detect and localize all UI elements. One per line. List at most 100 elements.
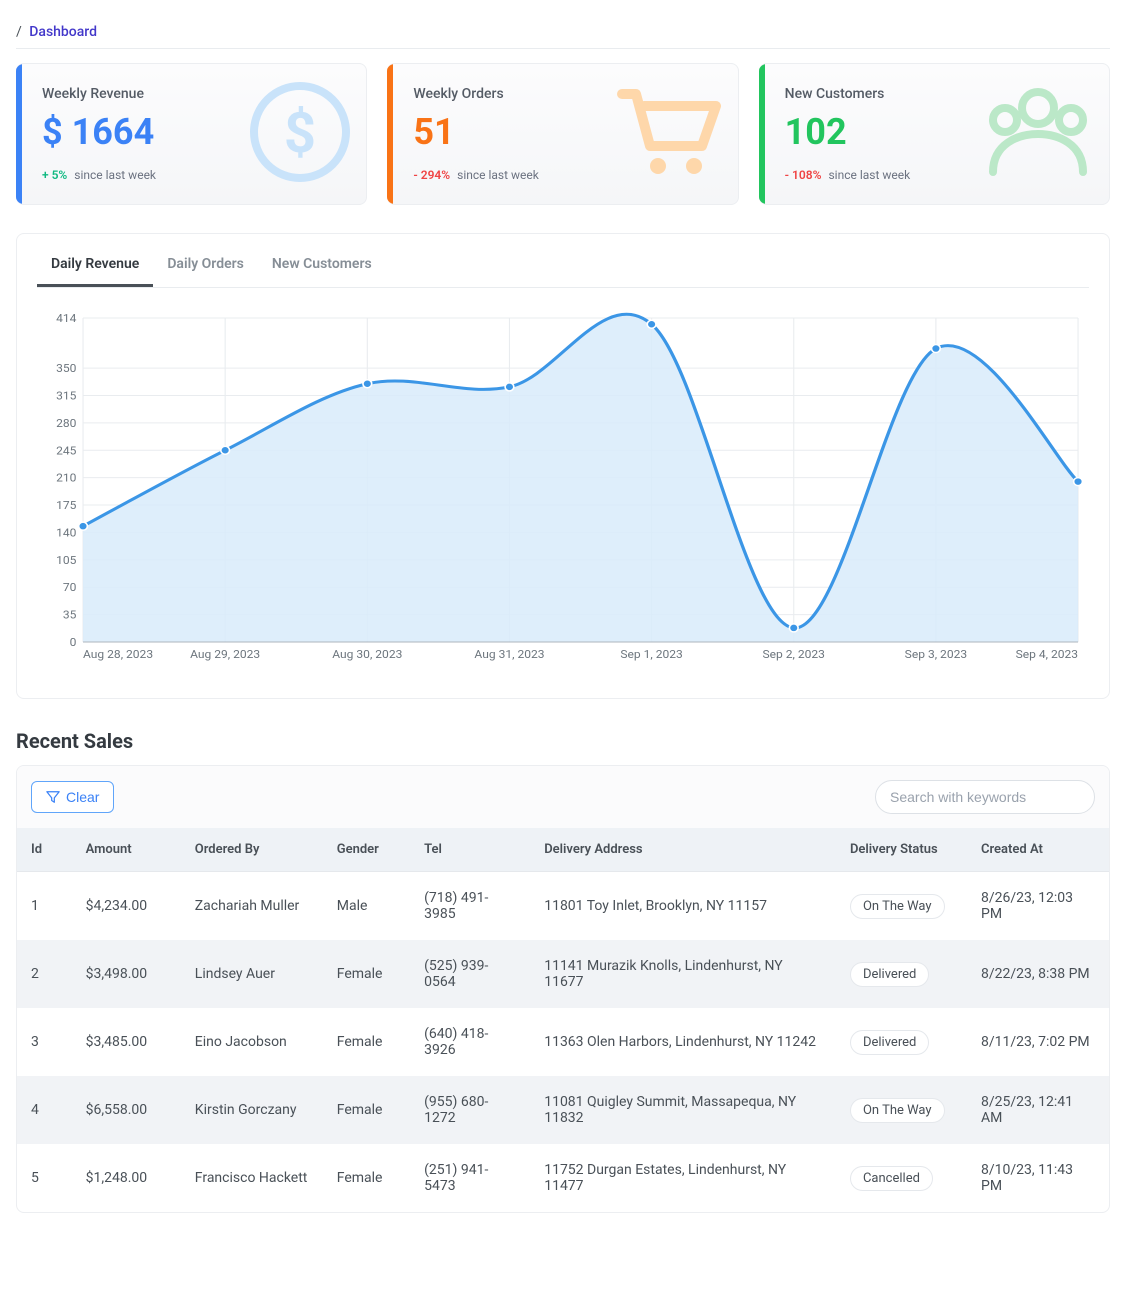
- svg-text:Aug 29, 2023: Aug 29, 2023: [190, 648, 260, 661]
- table-cell: Cancelled: [836, 1144, 967, 1212]
- table-row[interactable]: 1$4,234.00Zachariah MullerMale(718) 491-…: [17, 872, 1109, 941]
- svg-text:Aug 31, 2023: Aug 31, 2023: [474, 648, 544, 661]
- table-cell: Female: [323, 1144, 410, 1212]
- table-row[interactable]: 3$3,485.00Eino JacobsonFemale(640) 418-3…: [17, 1008, 1109, 1076]
- table-cell: 8/26/23, 12:03 PM: [967, 872, 1109, 941]
- table-header-cell[interactable]: Ordered By: [181, 828, 323, 872]
- table-cell: 2: [17, 940, 72, 1008]
- table-cell: 11801 Toy Inlet, Brooklyn, NY 11157: [530, 872, 836, 941]
- chart-area: 03570105140175210245280315350414Aug 28, …: [37, 308, 1089, 668]
- table-cell: Zachariah Muller: [181, 872, 323, 941]
- table-head: IdAmountOrdered ByGenderTelDelivery Addr…: [17, 828, 1109, 872]
- svg-text:Sep 1, 2023: Sep 1, 2023: [620, 648, 682, 661]
- breadcrumb-dashboard-link[interactable]: Dashboard: [29, 24, 97, 40]
- svg-text:175: 175: [56, 499, 77, 512]
- table-cell: (525) 939-0564: [410, 940, 530, 1008]
- table-cell: 1: [17, 872, 72, 941]
- filter-icon: [46, 790, 60, 804]
- breadcrumb-separator: /: [16, 24, 22, 40]
- stat-card-new-customers: New Customers 102 - 108% since last week: [759, 63, 1110, 205]
- table-cell: Female: [323, 1076, 410, 1144]
- table-cell: 11752 Durgan Estates, Lindenhurst, NY 11…: [530, 1144, 836, 1212]
- svg-text:210: 210: [56, 471, 76, 484]
- table-header-cell[interactable]: Tel: [410, 828, 530, 872]
- table-cell: Eino Jacobson: [181, 1008, 323, 1076]
- table-header-cell[interactable]: Created At: [967, 828, 1109, 872]
- table-row[interactable]: 2$3,498.00Lindsey AuerFemale(525) 939-05…: [17, 940, 1109, 1008]
- table-cell: 5: [17, 1144, 72, 1212]
- table-toolbar: Clear: [17, 766, 1109, 828]
- status-badge: On The Way: [850, 894, 945, 919]
- clear-button-label: Clear: [66, 789, 99, 805]
- stats-row: Weekly Revenue $ 1664 + 5% since last we…: [16, 63, 1110, 205]
- table-body: 1$4,234.00Zachariah MullerMale(718) 491-…: [17, 872, 1109, 1213]
- table-cell: Female: [323, 940, 410, 1008]
- table-cell: (955) 680-1272: [410, 1076, 530, 1144]
- table-cell: 8/11/23, 7:02 PM: [967, 1008, 1109, 1076]
- table-cell: Francisco Hackett: [181, 1144, 323, 1212]
- svg-text:Aug 28, 2023: Aug 28, 2023: [83, 648, 153, 661]
- table-cell: Lindsey Auer: [181, 940, 323, 1008]
- cart-icon: [614, 82, 722, 186]
- table-cell: $6,558.00: [72, 1076, 181, 1144]
- stat-card-weekly-orders: Weekly Orders 51 - 294% since last week: [387, 63, 738, 205]
- svg-text:245: 245: [56, 444, 77, 457]
- table-cell: Female: [323, 1008, 410, 1076]
- chart-svg: 03570105140175210245280315350414Aug 28, …: [37, 308, 1089, 668]
- table-row[interactable]: 4$6,558.00Kirstin GorczanyFemale(955) 68…: [17, 1076, 1109, 1144]
- table-row[interactable]: 5$1,248.00Francisco HackettFemale(251) 9…: [17, 1144, 1109, 1212]
- stat-change-label: since last week: [828, 168, 910, 182]
- table-header-cell[interactable]: Delivery Address: [530, 828, 836, 872]
- table-cell: 11081 Quigley Summit, Massapequa, NY 118…: [530, 1076, 836, 1144]
- table-header-cell[interactable]: Id: [17, 828, 72, 872]
- table-header-cell[interactable]: Gender: [323, 828, 410, 872]
- svg-text:105: 105: [56, 553, 77, 566]
- table-cell: 4: [17, 1076, 72, 1144]
- svg-text:Sep 3, 2023: Sep 3, 2023: [905, 648, 967, 661]
- svg-text:70: 70: [63, 581, 77, 594]
- stat-change-label: since last week: [74, 168, 156, 182]
- table-cell: $3,498.00: [72, 940, 181, 1008]
- svg-text:Sep 4, 2023: Sep 4, 2023: [1016, 648, 1078, 661]
- svg-text:Sep 2, 2023: Sep 2, 2023: [763, 648, 825, 661]
- search-input[interactable]: [875, 780, 1095, 814]
- table-cell: $4,234.00: [72, 872, 181, 941]
- svg-text:414: 414: [56, 312, 77, 325]
- stat-change-pct: - 294%: [413, 168, 450, 182]
- table-cell: 8/10/23, 11:43 PM: [967, 1144, 1109, 1212]
- status-badge: On The Way: [850, 1098, 945, 1123]
- table-cell: $3,485.00: [72, 1008, 181, 1076]
- stat-change-pct: + 5%: [42, 168, 67, 182]
- table-cell: Delivered: [836, 1008, 967, 1076]
- table-header-cell[interactable]: Delivery Status: [836, 828, 967, 872]
- table-cell: Male: [323, 872, 410, 941]
- svg-text:280: 280: [56, 416, 76, 429]
- table-cell: $1,248.00: [72, 1144, 181, 1212]
- stat-change-pct: - 108%: [785, 168, 822, 182]
- clear-button[interactable]: Clear: [31, 781, 114, 813]
- table-cell: 3: [17, 1008, 72, 1076]
- table-cell: 8/25/23, 12:41 AM: [967, 1076, 1109, 1144]
- breadcrumb: / Dashboard: [16, 16, 1110, 49]
- svg-text:315: 315: [56, 389, 77, 402]
- users-icon: [983, 84, 1093, 184]
- recent-sales-panel: Clear IdAmountOrdered ByGenderTelDeliver…: [16, 765, 1110, 1213]
- table-cell: Kirstin Gorczany: [181, 1076, 323, 1144]
- table-header-cell[interactable]: Amount: [72, 828, 181, 872]
- table-cell: On The Way: [836, 872, 967, 941]
- table-head-row: IdAmountOrdered ByGenderTelDelivery Addr…: [17, 828, 1109, 872]
- stat-card-weekly-revenue: Weekly Revenue $ 1664 + 5% since last we…: [16, 63, 367, 205]
- recent-sales-title: Recent Sales: [16, 729, 1110, 753]
- tab-daily-revenue[interactable]: Daily Revenue: [37, 244, 153, 287]
- status-badge: Delivered: [850, 1030, 929, 1055]
- recent-sales-table: IdAmountOrdered ByGenderTelDelivery Addr…: [17, 828, 1109, 1212]
- tab-daily-orders[interactable]: Daily Orders: [153, 244, 258, 287]
- table-cell: On The Way: [836, 1076, 967, 1144]
- tab-new-customers[interactable]: New Customers: [258, 244, 386, 287]
- table-cell: (640) 418-3926: [410, 1008, 530, 1076]
- table-cell: 8/22/23, 8:38 PM: [967, 940, 1109, 1008]
- table-cell: 11363 Olen Harbors, Lindenhurst, NY 1124…: [530, 1008, 836, 1076]
- table-cell: (718) 491-3985: [410, 872, 530, 941]
- table-cell: (251) 941-5473: [410, 1144, 530, 1212]
- table-cell: Delivered: [836, 940, 967, 1008]
